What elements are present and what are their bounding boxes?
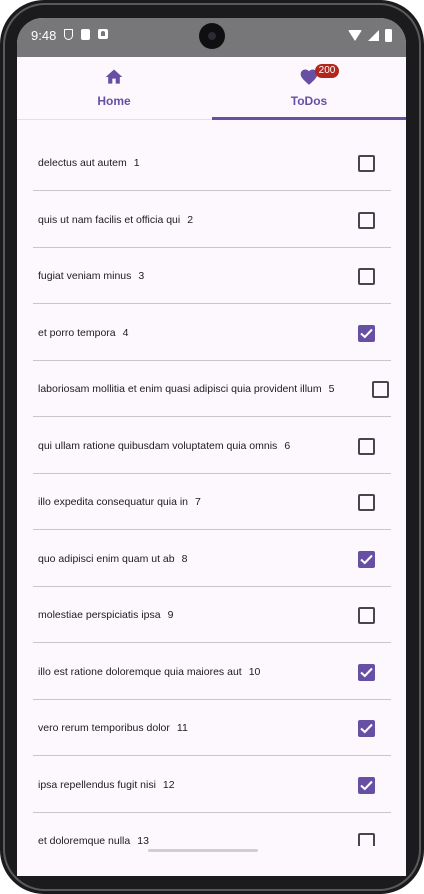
todo-title: quis ut nam facilis et officia qui — [38, 213, 181, 226]
signal-icon — [368, 30, 379, 41]
todo-title: delectus aut autem — [38, 157, 127, 169]
todo-row[interactable]: fugiat veniam minus 3 — [33, 248, 391, 304]
todo-row[interactable]: illo est ratione doloremque quia maiores… — [33, 644, 391, 700]
todo-row[interactable]: quis ut nam facilis et officia qui 2 — [33, 192, 391, 248]
todo-checkbox[interactable] — [358, 720, 375, 737]
status-notification-icons — [64, 29, 108, 40]
gesture-handle[interactable] — [148, 849, 258, 852]
todo-row[interactable]: molestiae perspiciatis ipsa 9 — [33, 587, 391, 643]
todo-row[interactable]: illo expedita consequatur quia in 7 — [33, 474, 391, 530]
todo-checkbox[interactable] — [358, 324, 375, 342]
todo-id: 13 — [137, 835, 149, 846]
todo-item-text: ipsa repellendus fugit nisi 12 — [38, 757, 175, 813]
check-icon — [360, 328, 373, 338]
battery-icon — [385, 29, 392, 42]
todo-title: laboriosam mollitia et enim quasi adipis… — [38, 383, 322, 395]
todo-checkbox[interactable] — [358, 155, 375, 172]
wifi-icon — [348, 30, 362, 41]
todo-id: 6 — [284, 439, 291, 452]
todo-checkbox[interactable] — [358, 211, 375, 229]
todo-item-text: molestiae perspiciatis ipsa 9 — [38, 587, 173, 643]
todo-row[interactable]: et porro tempora 4 — [33, 305, 391, 361]
todo-id: 1 — [133, 157, 140, 169]
todo-checkbox[interactable] — [358, 437, 375, 455]
tab-todos-label: ToDos — [290, 94, 328, 108]
todo-id: 5 — [328, 383, 335, 395]
todo-checkbox[interactable] — [358, 776, 375, 794]
todo-item-text: et porro tempora 4 — [38, 305, 128, 361]
todo-title: fugiat veniam minus — [38, 270, 132, 282]
todo-title: et porro tempora — [38, 326, 116, 339]
todo-item-text: delectus aut autem 1 — [38, 135, 140, 191]
camera-cutout — [199, 23, 225, 49]
sim-card-icon — [81, 29, 90, 40]
todo-row[interactable]: qui ullam ratione quibusdam voluptatem q… — [33, 418, 391, 474]
status-bar: 9:48 — [17, 18, 406, 57]
todo-checkbox[interactable] — [358, 833, 375, 846]
shield-icon — [64, 29, 73, 40]
todo-checkbox[interactable] — [358, 494, 375, 511]
a-icon — [98, 29, 108, 39]
todo-item-text: qui ullam ratione quibusdam voluptatem q… — [38, 418, 290, 474]
todo-id: 10 — [248, 665, 261, 678]
check-icon — [360, 780, 373, 790]
todo-id: 11 — [176, 722, 188, 734]
todo-row[interactable]: vero rerum temporibus dolor 11 — [33, 700, 391, 756]
todo-list[interactable]: delectus aut autem 1 quis ut nam facilis e… — [17, 120, 406, 846]
todo-row[interactable]: laboriosam mollitia et enim quasi adipis… — [33, 361, 391, 417]
todo-item-text: fugiat veniam minus 3 — [38, 248, 144, 304]
todo-item-text: laboriosam mollitia et enim quasi adipis… — [38, 361, 334, 417]
todo-id: 12 — [162, 778, 175, 791]
todo-title: ipsa repellendus fugit nisi — [38, 778, 156, 791]
home-icon — [105, 69, 123, 84]
todo-item-text: et doloremque nulla 13 — [38, 813, 149, 846]
todo-item-text: illo est ratione doloremque quia maiores… — [38, 644, 260, 700]
todo-id: 3 — [138, 270, 145, 282]
todo-id: 9 — [167, 609, 174, 621]
tab-bar: Home 200 ToDos — [17, 57, 406, 120]
check-icon — [360, 554, 373, 564]
status-system-icons — [348, 29, 392, 42]
todo-id: 7 — [195, 496, 201, 508]
tab-todos[interactable]: 200 ToDos — [212, 57, 406, 119]
todo-id: 8 — [181, 552, 188, 565]
todo-item-text: quo adipisci enim quam ut ab 8 — [38, 531, 187, 587]
todo-title: illo expedita consequatur quia in — [38, 496, 189, 508]
todo-item-text: illo expedita consequatur quia in 7 — [38, 474, 201, 530]
check-icon — [360, 667, 373, 677]
todo-title: molestiae perspiciatis ipsa — [38, 609, 161, 621]
status-time: 9:48 — [31, 28, 57, 43]
todo-item-text: quis ut nam facilis et officia qui 2 — [38, 192, 193, 248]
todo-row[interactable]: quo adipisci enim quam ut ab 8 — [33, 531, 391, 587]
todo-item-text: vero rerum temporibus dolor 11 — [38, 700, 188, 756]
todos-count-badge: 200 — [315, 64, 339, 78]
todo-id: 2 — [187, 213, 194, 226]
todo-row[interactable]: ipsa repellendus fugit nisi 12 — [33, 757, 391, 813]
tab-home-label: Home — [97, 94, 131, 108]
check-icon — [360, 723, 373, 734]
todo-title: qui ullam ratione quibusdam voluptatem q… — [38, 439, 278, 452]
app-screen: 9:48 Home 200 ToDos delectus aut autem 1… — [17, 18, 406, 876]
todo-title: vero rerum temporibus dolor — [38, 722, 170, 734]
todo-title: et doloremque nulla — [38, 835, 131, 846]
todo-checkbox[interactable] — [358, 607, 375, 624]
todo-checkbox[interactable] — [372, 381, 389, 398]
todo-id: 4 — [122, 326, 129, 339]
todo-row[interactable]: et doloremque nulla 13 — [33, 813, 391, 846]
todo-row[interactable]: delectus aut autem 1 — [33, 135, 391, 191]
todo-checkbox[interactable] — [358, 268, 375, 285]
device-frame: 9:48 Home 200 ToDos delectus aut autem 1… — [0, 0, 424, 894]
tab-home[interactable]: Home — [17, 57, 211, 119]
todo-title: illo est ratione doloremque quia maiores… — [38, 665, 242, 678]
todo-title: quo adipisci enim quam ut ab — [38, 552, 175, 565]
todo-checkbox[interactable] — [358, 550, 375, 568]
todo-checkbox[interactable] — [358, 663, 375, 681]
